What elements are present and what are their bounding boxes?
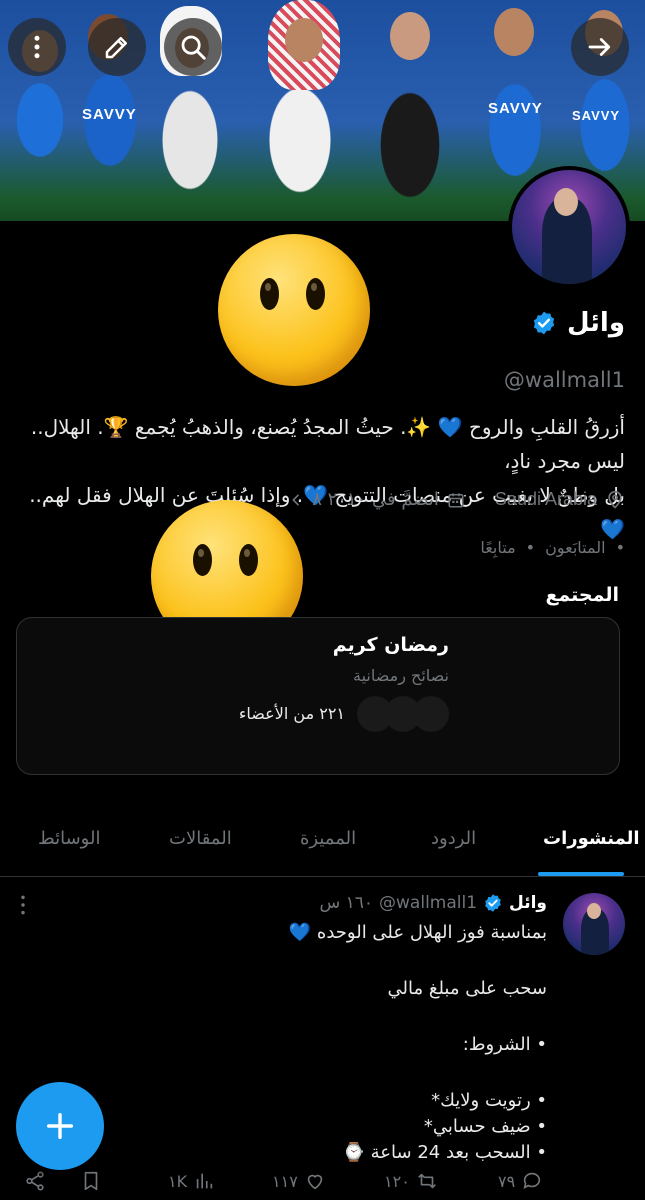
bullet: •	[615, 538, 625, 557]
arrow-right-icon	[588, 38, 611, 56]
profile-handle: @wallmall1	[503, 368, 625, 392]
community-name: رمضان كريم	[332, 634, 449, 656]
calendar-icon	[448, 492, 464, 507]
edit-button[interactable]	[88, 18, 146, 76]
bullet: •	[525, 538, 536, 557]
community-subtitle: نصائح رمضانية	[353, 666, 449, 685]
reply-icon	[523, 1172, 541, 1189]
chevron-left-icon[interactable]	[288, 492, 304, 508]
tab-articles[interactable]: المقالات	[169, 828, 232, 849]
active-tab-indicator	[538, 872, 624, 876]
search-icon	[181, 35, 206, 60]
jersey-sponsor-text: SAVVY	[572, 108, 621, 123]
more-options-button[interactable]	[8, 18, 66, 76]
tweet-text-line: سحب على مبلغ مالي	[387, 978, 547, 999]
view-count: ١K	[168, 1171, 188, 1191]
tab-replies[interactable]: الردود	[431, 828, 476, 849]
retweet-count: ١٢٠	[384, 1171, 410, 1191]
retweet-icon	[417, 1173, 436, 1189]
community-card[interactable]: رمضان كريم نصائح رمضانية ٢٢١ من الأعضاء	[16, 617, 620, 775]
heart-icon	[307, 1174, 323, 1190]
retweet-button[interactable]: ١٢٠	[384, 1170, 438, 1192]
bookmark-icon	[84, 1171, 98, 1191]
like-button[interactable]: ١١٧	[272, 1170, 326, 1192]
more-vertical-icon	[21, 895, 25, 915]
location-pin-icon	[608, 490, 622, 509]
search-button[interactable]	[164, 18, 222, 76]
reply-count: ٧٩	[498, 1171, 516, 1191]
bio-line: أزرقُ القلبِ والروح 💙 ✨. حيثُ المجدُ يُص…	[30, 415, 625, 473]
verified-badge-icon	[533, 311, 555, 335]
following-link[interactable]: متابِعًا	[480, 538, 515, 557]
share-icon	[26, 1171, 44, 1191]
community-member-avatars	[357, 696, 453, 732]
back-button[interactable]	[571, 18, 629, 76]
tab-media[interactable]: الوسائط	[38, 828, 100, 849]
tweet-text-line: بمناسبة فوز الهلال على الوحده 💙	[288, 922, 547, 943]
profile-tabs: المنشورات الردود المميزة المقالات الوسائ…	[0, 812, 645, 877]
profile-joined-date: انضمَّ في ٢٠١٠‏ ٨	[312, 489, 439, 510]
tweet-time: ١٦٠ س	[319, 893, 374, 913]
tweet-author-avatar[interactable]	[563, 893, 625, 955]
plus-icon	[46, 1112, 74, 1140]
tweet-text-line: • ضيف حسابي*	[423, 1116, 547, 1137]
tab-highlights[interactable]: المميزة	[300, 828, 356, 849]
tweet-text-line: • السحب بعد 24 ساعة ⌚	[342, 1142, 547, 1163]
tab-posts[interactable]: المنشورات	[543, 828, 640, 849]
followers-link[interactable]: المتابَعون	[545, 538, 605, 557]
tweet-more-button[interactable]	[10, 892, 36, 922]
verified-badge-icon	[485, 894, 501, 912]
share-button[interactable]	[24, 1170, 46, 1192]
bookmark-button[interactable]	[80, 1170, 102, 1192]
edit-icon	[105, 37, 127, 59]
jersey-sponsor-text: SAVVY	[82, 106, 137, 123]
reply-button[interactable]: ٧٩	[498, 1170, 543, 1192]
more-vertical-icon	[34, 35, 40, 59]
views-button[interactable]: ١K	[168, 1170, 215, 1192]
community-section-title: المجتمع	[545, 584, 619, 606]
jersey-sponsor-text: SAVVY	[488, 100, 543, 117]
profile-name: وائل	[566, 308, 625, 338]
tweet-text-line: • الشروط:	[462, 1034, 547, 1055]
community-member-count: ٢٢١ من الأعضاء	[238, 704, 345, 723]
profile-location: Saudi Arabia	[494, 489, 597, 509]
like-count: ١١٧	[272, 1171, 298, 1191]
tweet-author-handle: @wallmall1	[379, 893, 478, 913]
profile-avatar[interactable]	[508, 166, 630, 288]
tweet-text-line: • رتويت ولايك*	[431, 1090, 547, 1111]
tweet-author-name[interactable]: وائل	[509, 893, 547, 913]
views-chart-icon	[196, 1173, 213, 1189]
compose-post-button[interactable]	[16, 1082, 104, 1170]
face-without-mouth-emoji	[218, 234, 370, 386]
